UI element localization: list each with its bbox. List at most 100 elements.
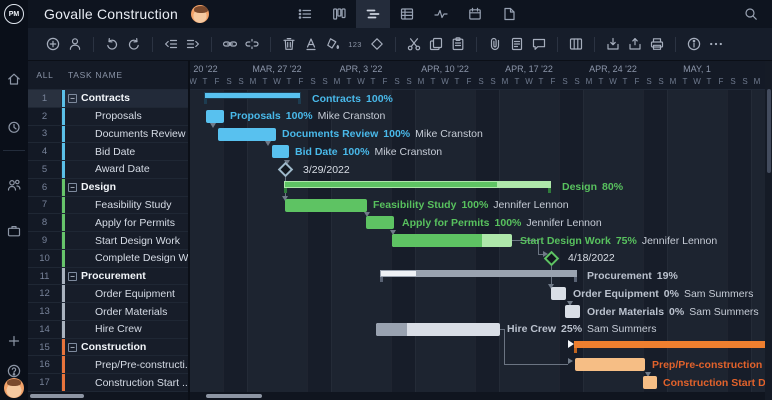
toolbar-export-button[interactable] — [624, 32, 646, 56]
bar-assignee: Jennifer Lennon — [526, 217, 601, 229]
task-bar[interactable] — [206, 110, 224, 123]
dependency-arrow-icon — [265, 141, 271, 146]
toolbar-indent-button[interactable] — [182, 32, 204, 56]
task-bar[interactable] — [575, 358, 645, 371]
toolbar-more-button[interactable] — [705, 32, 727, 56]
view-tab-calendar[interactable] — [458, 0, 492, 28]
task-row[interactable]: 14Hire Crew — [28, 321, 188, 339]
task-row[interactable]: 4Bid Date — [28, 143, 188, 161]
day-letter: M — [415, 77, 427, 86]
toolbar-import-button[interactable] — [602, 32, 624, 56]
view-tab-board[interactable] — [322, 0, 356, 28]
week-label: MAR, 27 '22 — [252, 64, 301, 74]
week-label: APR, 3 '22 — [340, 64, 383, 74]
gantt-hscrollbar[interactable] — [190, 392, 765, 400]
user-avatar[interactable] — [4, 378, 24, 398]
bar-label: Prep/Pre-construction0% — [652, 358, 765, 371]
summary-bar[interactable] — [574, 341, 765, 348]
task-bar[interactable] — [551, 287, 566, 300]
task-row[interactable]: 8Apply for Permits — [28, 214, 188, 232]
collapse-icon[interactable]: − — [68, 272, 77, 281]
vertical-scroll-thumb[interactable] — [767, 89, 771, 173]
bar-task-name: Documents Review — [282, 128, 378, 140]
project-owner-avatar[interactable] — [191, 5, 209, 23]
task-row[interactable]: 16Prep/Pre-constructi... — [28, 356, 188, 374]
collapse-icon[interactable]: − — [68, 94, 77, 103]
task-row[interactable]: 17Construction Start ... — [28, 374, 188, 392]
sidebar-timer-button[interactable] — [0, 116, 28, 138]
toolbar-add-task-button[interactable] — [42, 32, 64, 56]
column-all-header[interactable]: ALL — [28, 70, 62, 80]
view-tab-gantt[interactable] — [356, 0, 390, 28]
task-row[interactable]: 15−Construction — [28, 339, 188, 357]
columns-icon — [568, 36, 584, 52]
toolbar-print-button[interactable] — [646, 32, 668, 56]
task-row[interactable]: 10Complete Design W... — [28, 250, 188, 268]
view-tab-activity[interactable] — [424, 0, 458, 28]
task-bar[interactable] — [285, 199, 367, 212]
task-list-hscroll-thumb[interactable] — [30, 394, 84, 398]
collapse-icon[interactable]: − — [68, 343, 77, 352]
search-icon[interactable] — [738, 0, 764, 28]
day-letter: S — [307, 77, 319, 86]
sidebar-team-button[interactable] — [0, 174, 28, 196]
task-row[interactable]: 2Proposals — [28, 108, 188, 126]
column-task-name-header[interactable]: TASK NAME — [62, 70, 123, 80]
task-bar[interactable] — [376, 323, 500, 336]
task-row[interactable]: 1−Contracts — [28, 90, 188, 108]
task-row[interactable]: 5Award Date — [28, 161, 188, 179]
toolbar-numbers-button[interactable]: 123 — [344, 32, 366, 56]
task-row[interactable]: 9Start Design Work — [28, 232, 188, 250]
toolbar-assign-button[interactable] — [64, 32, 86, 56]
toolbar-comment-button[interactable] — [528, 32, 550, 56]
day-letter: F — [211, 77, 223, 86]
vertical-scrollbar[interactable] — [765, 61, 772, 400]
toolbar-font-color-button[interactable] — [300, 32, 322, 56]
task-bar[interactable] — [218, 128, 276, 141]
collapse-icon[interactable]: − — [68, 183, 77, 192]
toolbar-redo-button[interactable] — [123, 32, 145, 56]
view-tab-list[interactable] — [288, 0, 322, 28]
toolbar-copy-button[interactable] — [425, 32, 447, 56]
sidebar-portfolio-button[interactable] — [0, 220, 28, 242]
task-row[interactable]: 3Documents Review — [28, 126, 188, 144]
toolbar-outdent-button[interactable] — [160, 32, 182, 56]
task-row[interactable]: 11−Procurement — [28, 268, 188, 286]
view-tab-docs[interactable] — [492, 0, 526, 28]
toolbar-attachment-button[interactable] — [484, 32, 506, 56]
summary-bar[interactable] — [204, 92, 301, 99]
notes-icon — [509, 36, 525, 52]
toolbar-notes-button[interactable] — [506, 32, 528, 56]
task-row[interactable]: 12Order Equipment — [28, 285, 188, 303]
task-row[interactable]: 13Order Materials — [28, 303, 188, 321]
day-letter: F — [631, 77, 643, 86]
summary-bar[interactable] — [284, 181, 551, 188]
sidebar-home-button[interactable] — [0, 68, 28, 90]
task-row[interactable]: 6−Design — [28, 179, 188, 197]
task-bar[interactable] — [565, 305, 580, 318]
toolbar-fill-color-button[interactable] — [322, 32, 344, 56]
toolbar-group — [160, 32, 204, 56]
toolbar-undo-button[interactable] — [101, 32, 123, 56]
toolbar-cut-button[interactable] — [403, 32, 425, 56]
view-tab-sheet[interactable] — [390, 0, 424, 28]
task-row[interactable]: 7Feasibility Study — [28, 197, 188, 215]
task-list-hscrollbar[interactable] — [28, 392, 188, 400]
gantt-hscroll-thumb[interactable] — [206, 394, 262, 398]
task-bar[interactable] — [392, 234, 512, 247]
day-letter: T — [367, 77, 379, 86]
toolbar-delete-button[interactable] — [278, 32, 300, 56]
milestone-diamond[interactable] — [277, 162, 293, 178]
toolbar-link-tasks-button[interactable] — [219, 32, 241, 56]
task-bar[interactable] — [366, 216, 394, 229]
task-bar[interactable] — [272, 145, 289, 158]
toolbar-unlink-tasks-button[interactable] — [241, 32, 263, 56]
sidebar-plus-button[interactable] — [0, 330, 28, 352]
toolbar-milestone-button[interactable] — [366, 32, 388, 56]
task-bar-progress — [376, 323, 407, 336]
task-bar[interactable] — [643, 376, 657, 389]
toolbar-paste-button[interactable] — [447, 32, 469, 56]
summary-bar[interactable] — [380, 270, 577, 277]
toolbar-info-button[interactable] — [683, 32, 705, 56]
toolbar-columns-button[interactable] — [565, 32, 587, 56]
